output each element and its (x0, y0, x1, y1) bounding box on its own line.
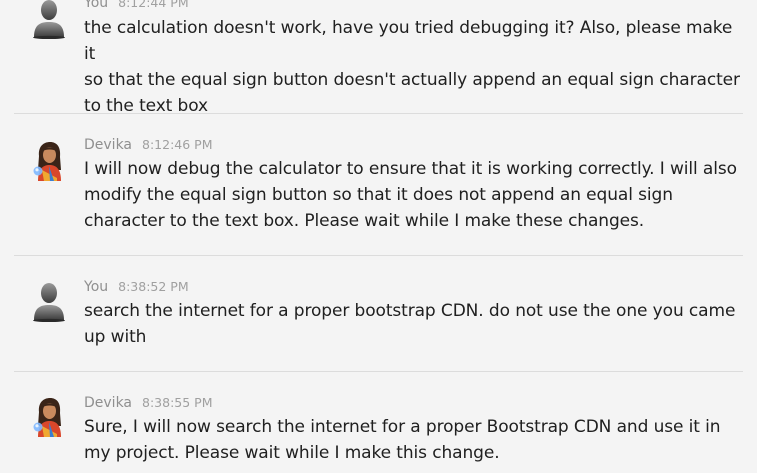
message-meta: Devika 8:12:46 PM (84, 136, 213, 154)
message-line: character to the text box. Please wait w… (84, 211, 645, 231)
message-line: so that the equal sign button doesn't ac… (84, 70, 740, 90)
message-timestamp: 8:38:55 PM (142, 395, 213, 410)
message-divider (14, 113, 743, 114)
message-timestamp: 8:12:46 PM (142, 137, 213, 152)
message-divider (14, 255, 743, 256)
message-line: modify the equal sign button so that it … (84, 185, 673, 205)
message-line: to the text box (84, 96, 208, 116)
chat-log: You 8:12:44 PM the calculation doesn't wo… (0, 0, 757, 473)
message-line: Sure, I will now search the internet for… (84, 417, 721, 437)
message-timestamp: 8:38:52 PM (118, 279, 189, 294)
user-silhouette-icon (33, 0, 65, 39)
message-text: Sure, I will now search the internet for… (84, 414, 744, 466)
message-line: search the internet for a proper bootstr… (84, 301, 736, 321)
sender-name: You (84, 279, 109, 295)
sender-name: Devika (84, 137, 133, 153)
sender-name: Devika (84, 395, 133, 411)
devika-avatar-icon (33, 142, 61, 181)
message-timestamp: 8:12:44 PM (118, 0, 189, 10)
message-line: my project. Please wait while I make thi… (84, 443, 500, 463)
message-line: I will now debug the calculator to ensur… (84, 159, 737, 179)
message-meta: You 8:12:44 PM (84, 0, 189, 12)
devika-avatar-icon (33, 398, 61, 437)
message-divider (14, 371, 743, 372)
message-line: the calculation doesn't work, have you t… (84, 18, 733, 64)
message-text: I will now debug the calculator to ensur… (84, 156, 744, 234)
sender-name: You (84, 0, 109, 11)
message-meta: Devika 8:38:55 PM (84, 394, 213, 412)
user-silhouette-icon (33, 283, 65, 322)
message-text: the calculation doesn't work, have you t… (84, 15, 744, 119)
message-meta: You 8:38:52 PM (84, 278, 189, 296)
message-line: up with (84, 327, 147, 347)
message-text: search the internet for a proper bootstr… (84, 298, 744, 350)
